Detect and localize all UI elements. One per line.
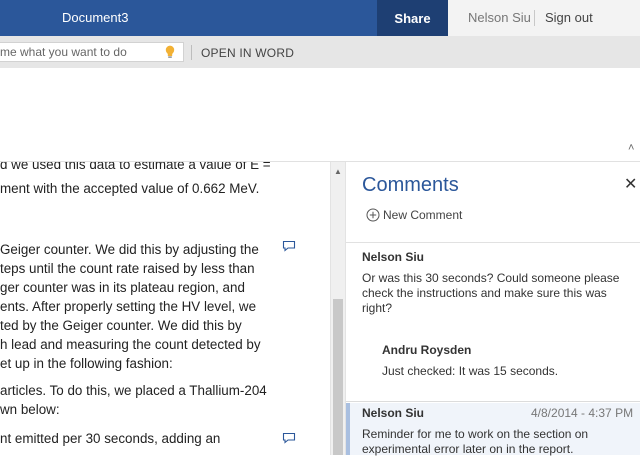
comment-author: Nelson Siu: [362, 250, 425, 264]
comment-text: check the instructions and make sure thi…: [362, 286, 607, 300]
open-in-word-button[interactable]: OPEN IN WORD: [201, 46, 294, 60]
document-line: ted by the Geiger counter. We did this b…: [0, 318, 242, 333]
user-separator: [534, 10, 535, 26]
tell-me-box[interactable]: [0, 42, 184, 62]
document-line: h lead and measuring the count detected …: [0, 337, 261, 352]
reply-author: Andru Roysden: [382, 343, 472, 357]
document-line: et up in the following fashion:: [0, 356, 173, 371]
comment-text: right?: [362, 301, 393, 315]
document-scrollbar[interactable]: ▲: [330, 162, 346, 455]
document-line: wn below:: [0, 402, 60, 417]
command-separator: [191, 45, 192, 60]
lightbulb-icon: [165, 45, 175, 58]
comment-text: experimental error later on in the repor…: [362, 442, 574, 456]
user-bar: Nelson Siu Sign out: [448, 0, 640, 36]
plus-circle-icon: [366, 208, 380, 222]
comment-marker-icon[interactable]: [282, 432, 296, 444]
document-line: ger counter was in its plateau region, a…: [0, 280, 245, 295]
ribbon-area: [0, 68, 640, 162]
collapse-ribbon-icon[interactable]: ˄: [628, 142, 634, 154]
document-line: d we used this data to estimate a value …: [0, 162, 271, 172]
pane-divider: [346, 242, 640, 243]
comments-title: Comments: [362, 174, 459, 196]
comment-date: 4/8/2014 - 4:37 PM: [531, 406, 634, 420]
reply-text: Just checked: It was 15 seconds.: [382, 364, 559, 378]
share-button[interactable]: Share: [377, 0, 448, 36]
document-title[interactable]: Document3: [62, 10, 128, 25]
scroll-thumb[interactable]: [333, 299, 343, 455]
document-line: ents. After properly setting the HV leve…: [0, 299, 257, 314]
comment-text: Or was this 30 seconds? Could someone pl…: [362, 271, 620, 285]
comment-author: Nelson Siu: [362, 406, 425, 420]
new-comment-label: New Comment: [383, 208, 463, 222]
tell-me-input[interactable]: [0, 43, 156, 61]
comment-marker-icon[interactable]: [282, 240, 296, 252]
close-icon[interactable]: ✕: [624, 174, 637, 194]
command-bar: OPEN IN WORD: [0, 36, 640, 68]
user-name[interactable]: Nelson Siu: [468, 10, 531, 25]
new-comment-button[interactable]: New Comment: [366, 206, 462, 224]
document-line: articles. To do this, we placed a Thalli…: [0, 383, 267, 398]
document-line: Geiger counter. We did this by adjusting…: [0, 242, 259, 257]
scroll-up-arrow-icon[interactable]: ▲: [334, 167, 342, 176]
document-line: nt emitted per 30 seconds, adding an: [0, 431, 221, 446]
document-body[interactable]: d we used this data to estimate a value …: [0, 162, 330, 455]
title-bar: Document3 Share Nelson Siu Sign out: [0, 0, 640, 36]
document-line: ment with the accepted value of 0.662 Me…: [0, 181, 260, 196]
document-line: teps until the count rate raised by less…: [0, 261, 255, 276]
comment-text: Reminder for me to work on the section o…: [362, 427, 589, 441]
sign-out-link[interactable]: Sign out: [545, 10, 593, 25]
thread-divider: [346, 401, 640, 402]
comments-pane: Comments ✕ New Comment Nelson Siu Or was…: [346, 162, 640, 456]
